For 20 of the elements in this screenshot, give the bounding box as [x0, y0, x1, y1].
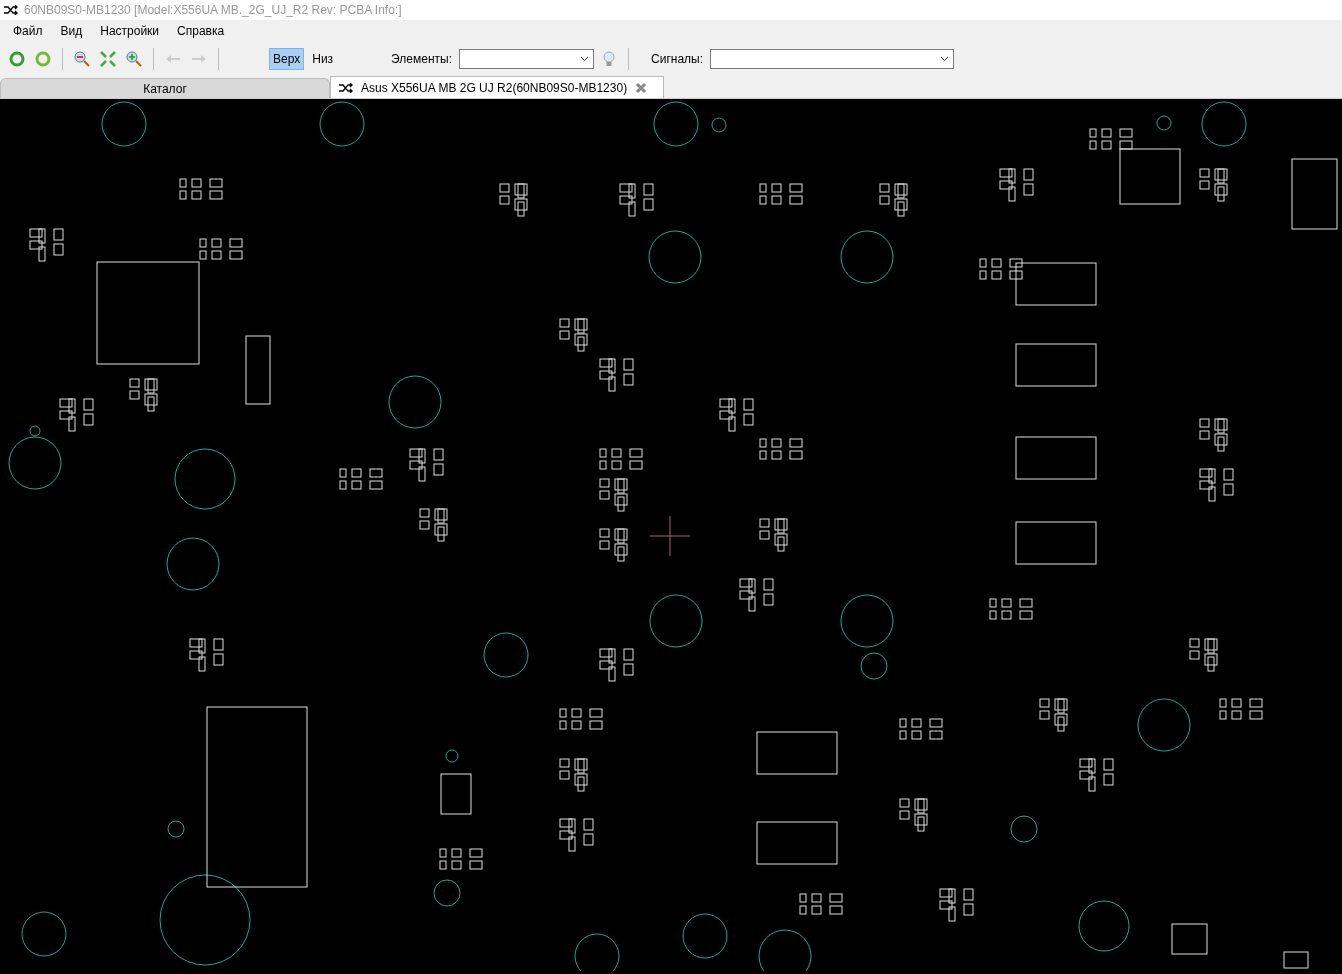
title-text: 60NB09S0-MB1230 [Model:X556UA MB._2G_UJ_R2 Rev: PCBA Info:]: [24, 3, 402, 17]
menu-item[interactable]: Вид: [51, 24, 92, 38]
tab-label: Asus X556UA MB 2G UJ R2(60NB09S0-MB1230): [361, 80, 628, 95]
field-label: Элементы:: [391, 52, 452, 66]
menu-item[interactable]: Файл: [4, 24, 52, 38]
close-icon[interactable]: [635, 81, 648, 94]
menu-item[interactable]: Справка: [168, 24, 234, 38]
side-toggle[interactable]: Верх: [269, 48, 305, 70]
chevron-down-icon: [580, 56, 589, 62]
signals-dropdown[interactable]: [710, 49, 955, 69]
tab-label: Каталог: [143, 81, 187, 96]
tab[interactable]: Каталог: [0, 78, 330, 98]
shuffle-icon: [4, 5, 18, 15]
tab[interactable]: Asus X556UA MB 2G UJ R2(60NB09S0-MB1230): [330, 76, 664, 98]
field-label: Сигналы:: [651, 52, 704, 66]
chevron-down-icon: [940, 56, 950, 62]
menu-item[interactable]: Настройки: [91, 24, 169, 38]
shuffle-icon: [339, 82, 353, 93]
elements-dropdown[interactable]: [459, 49, 594, 69]
side-toggle[interactable]: Низ: [308, 48, 338, 70]
